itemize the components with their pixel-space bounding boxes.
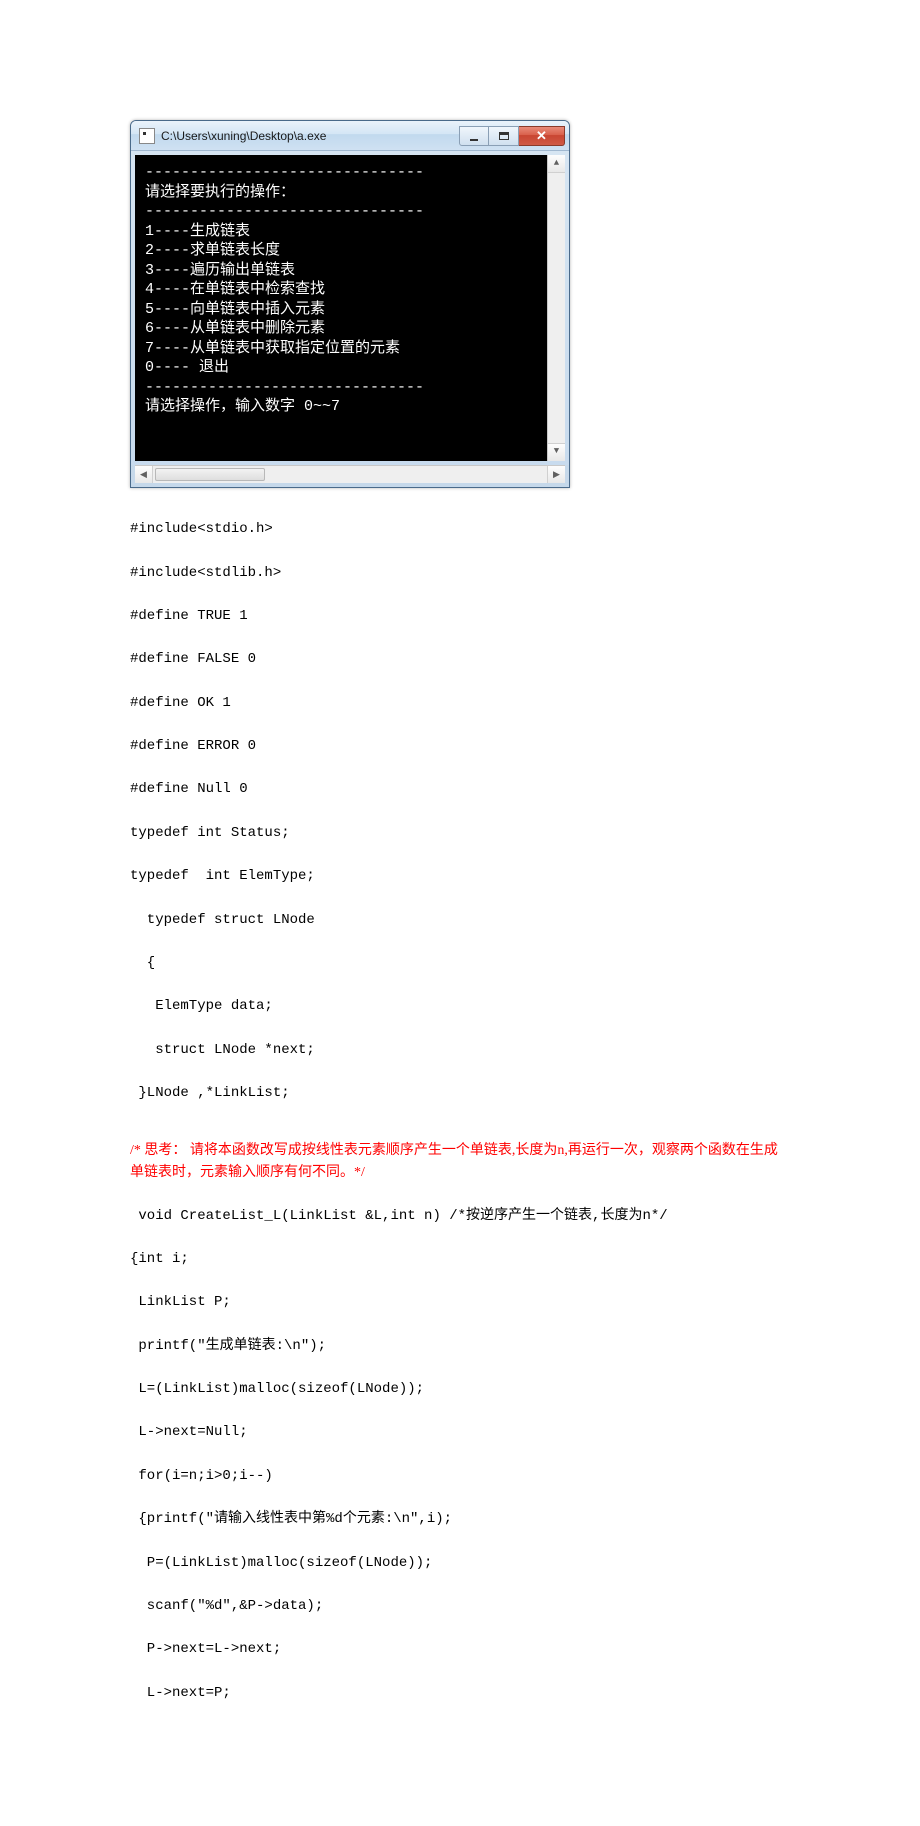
- window-title: C:\Users\xuning\Desktop\a.exe: [161, 129, 326, 143]
- code-line: #define FALSE 0: [130, 649, 790, 671]
- code-line: for(i=n;i>0;i--): [130, 1466, 790, 1488]
- scroll-right-icon[interactable]: ▶: [547, 466, 565, 483]
- code-line: #define TRUE 1: [130, 606, 790, 628]
- minimize-icon: [470, 139, 478, 141]
- code-line: L->next=Null;: [130, 1422, 790, 1444]
- code-line: P->next=L->next;: [130, 1639, 790, 1661]
- console-window: C:\Users\xuning\Desktop\a.exe ✕ --------…: [130, 120, 570, 488]
- divider-line: -------------------------------: [145, 378, 555, 398]
- blank-line: [145, 435, 555, 453]
- maximize-button[interactable]: [489, 126, 519, 146]
- scroll-left-icon[interactable]: ◀: [135, 466, 153, 483]
- code-line: }LNode ,*LinkList;: [130, 1083, 790, 1105]
- titlebar-left: C:\Users\xuning\Desktop\a.exe: [139, 128, 326, 144]
- minimize-button[interactable]: [459, 126, 489, 146]
- maximize-icon: [499, 132, 509, 140]
- code-line: L=(LinkList)malloc(sizeof(LNode));: [130, 1379, 790, 1401]
- code-line: printf("生成单链表:\n");: [130, 1336, 790, 1358]
- menu-item-7: 7----从单链表中获取指定位置的元素: [145, 339, 555, 359]
- code-line: #define Null 0: [130, 779, 790, 801]
- divider-line: -------------------------------: [145, 202, 555, 222]
- close-button[interactable]: ✕: [519, 126, 565, 146]
- titlebar[interactable]: C:\Users\xuning\Desktop\a.exe ✕: [131, 121, 569, 151]
- vertical-scrollbar[interactable]: ▲ ▼: [547, 155, 565, 461]
- menu-item-6: 6----从单链表中删除元素: [145, 319, 555, 339]
- horizontal-scrollbar[interactable]: ◀ ▶: [135, 465, 565, 483]
- code-block-2: void CreateList_L(LinkList &L,int n) /*按…: [130, 1184, 790, 1726]
- code-line: typedef int Status;: [130, 823, 790, 845]
- code-line: #define OK 1: [130, 693, 790, 715]
- code-line: ElemType data;: [130, 996, 790, 1018]
- divider-line: -------------------------------: [145, 163, 555, 183]
- scrollbar-thumb[interactable]: [155, 468, 265, 481]
- code-line: #include<stdlib.h>: [130, 563, 790, 585]
- code-line: scanf("%d",&P->data);: [130, 1596, 790, 1618]
- code-line: {: [130, 953, 790, 975]
- code-block-1: #include<stdio.h> #include<stdlib.h> #de…: [130, 498, 790, 1127]
- code-line: struct LNode *next;: [130, 1040, 790, 1062]
- close-icon: ✕: [536, 128, 547, 144]
- console-output[interactable]: ------------------------------- 请选择要执行的操…: [135, 155, 565, 461]
- console-heading: 请选择要执行的操作：: [145, 183, 555, 203]
- code-line: {int i;: [130, 1249, 790, 1271]
- menu-item-5: 5----向单链表中插入元素: [145, 300, 555, 320]
- scroll-down-icon[interactable]: ▼: [548, 443, 565, 461]
- menu-item-4: 4----在单链表中检索查找: [145, 280, 555, 300]
- console-body: ------------------------------- 请选择要执行的操…: [131, 151, 569, 465]
- code-line: LinkList P;: [130, 1292, 790, 1314]
- code-comment-red: /* 思考： 请将本函数改写成按线性表元素顺序产生一个单链表,长度为n,再运行一…: [130, 1140, 790, 1183]
- code-line: typedef int ElemType;: [130, 866, 790, 888]
- menu-item-0: 0---- 退出: [145, 358, 555, 378]
- console-prompt: 请选择操作，输入数字 0~~7: [145, 397, 555, 417]
- code-line: {printf("请输入线性表中第%d个元素:\n",i);: [130, 1509, 790, 1531]
- blank-line: [145, 417, 555, 435]
- menu-item-3: 3----遍历输出单链表: [145, 261, 555, 281]
- window-controls: ✕: [459, 126, 565, 146]
- scroll-up-icon[interactable]: ▲: [548, 155, 565, 173]
- code-line: #include<stdio.h>: [130, 519, 790, 541]
- menu-item-2: 2----求单链表长度: [145, 241, 555, 261]
- code-line: P=(LinkList)malloc(sizeof(LNode));: [130, 1553, 790, 1575]
- app-icon: [139, 128, 155, 144]
- code-line: L->next=P;: [130, 1683, 790, 1705]
- menu-item-1: 1----生成链表: [145, 222, 555, 242]
- code-line: void CreateList_L(LinkList &L,int n) /*按…: [130, 1206, 790, 1228]
- code-line: typedef struct LNode: [130, 910, 790, 932]
- spacer: [130, 1126, 790, 1140]
- code-line: #define ERROR 0: [130, 736, 790, 758]
